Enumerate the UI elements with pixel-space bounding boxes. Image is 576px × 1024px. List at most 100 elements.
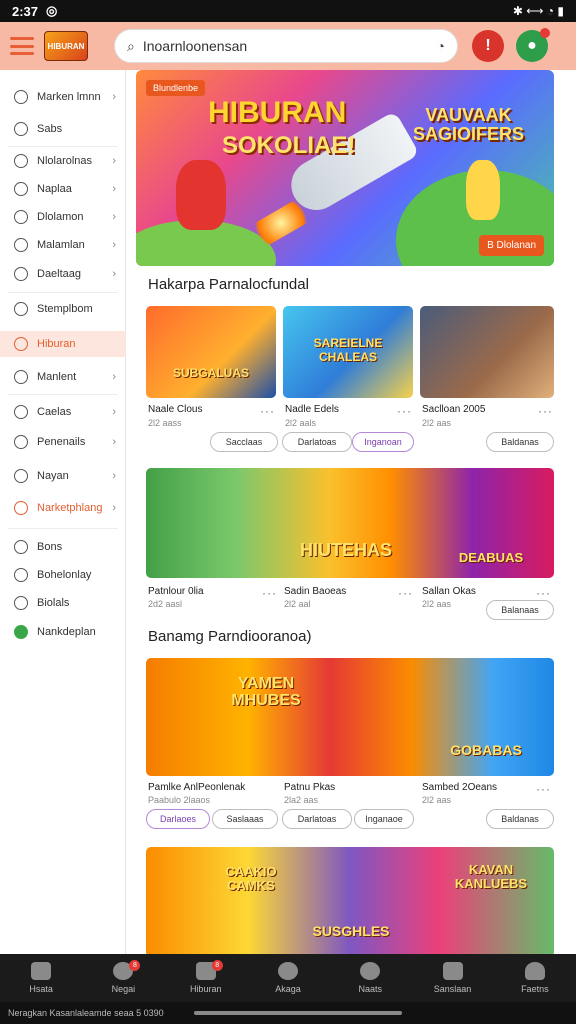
- more-options-icon[interactable]: ···: [262, 586, 277, 600]
- nav-profile[interactable]: Faetns: [494, 954, 576, 1002]
- sidebar-item[interactable]: Caelas ›: [0, 399, 126, 425]
- sidebar-item[interactable]: Biolals: [0, 590, 126, 616]
- nav-icon: [14, 625, 28, 639]
- chevron-right-icon: ›: [112, 183, 116, 195]
- card-subtitle: 2la2 aas: [284, 795, 319, 805]
- tag-chip[interactable]: Saslaaas: [212, 809, 278, 829]
- sidebar-item[interactable]: Nlolarolnas ›: [0, 148, 126, 174]
- search-icon: ⌕: [127, 37, 135, 54]
- hero-cta-button[interactable]: B Dlolanan: [479, 235, 544, 256]
- game-banner[interactable]: CAAKIO CAMKS SUSGHLES KAVAN KANLUEBS: [146, 847, 554, 954]
- chevron-right-icon: ›: [112, 436, 116, 448]
- tag-chip[interactable]: Darlaoes: [146, 809, 210, 829]
- tag-chip[interactable]: Darlatoas: [282, 432, 352, 452]
- sidebar-item[interactable]: Penenails ›: [0, 429, 126, 455]
- more-options-icon[interactable]: ···: [536, 586, 551, 600]
- card-thumbnail: SUBGALUAS: [146, 306, 276, 398]
- chevron-right-icon: ›: [112, 406, 116, 418]
- status-icons: ✱ ⟷ ◔ ▮: [512, 4, 564, 18]
- sidebar-item[interactable]: Bons: [0, 534, 126, 560]
- nav-icon: [14, 267, 28, 281]
- status-bar: 2:37 ◎ ✱ ⟷ ◔ ▮: [0, 0, 576, 22]
- nav-icon: [14, 182, 28, 196]
- card-subtitle: 2d2 aasl: [148, 599, 183, 609]
- sidebar-item[interactable]: Daeltaag ›: [0, 261, 126, 287]
- sidebar-item[interactable]: Nayan ›: [0, 463, 126, 489]
- alert-button[interactable]: !: [472, 30, 504, 62]
- tag-chip[interactable]: Baldanas: [486, 809, 554, 829]
- card-title: Pamlke AnlPeonlenak: [148, 782, 246, 793]
- nav-icon: [14, 596, 28, 610]
- app-logo[interactable]: HIBURAN: [44, 31, 88, 61]
- app-bar: HIBURAN ⌕ Inoarnloonensan ◔ ! ●: [0, 22, 576, 70]
- search-bar[interactable]: ⌕ Inoarnloonensan ◔: [114, 29, 458, 63]
- search-icon: [360, 962, 381, 980]
- hero-title: HIBURAN: [208, 96, 347, 129]
- sidebar-item[interactable]: Sabs: [0, 116, 126, 142]
- sidebar-item-marketplace[interactable]: Narketphlang ›: [0, 495, 126, 521]
- tag-chip[interactable]: Baldanas: [486, 432, 554, 452]
- card-title: Sambed 2Oeans: [422, 782, 498, 793]
- footer-bar: Neragkan Kasanlaleamde seaa 5 0390: [0, 1002, 576, 1024]
- chevron-right-icon: ›: [112, 470, 116, 482]
- sidebar-item[interactable]: Nankdeplan: [0, 619, 126, 645]
- notification-badge: 8: [129, 960, 141, 971]
- more-options-icon[interactable]: ···: [260, 404, 275, 418]
- nav-icon: [14, 405, 28, 419]
- tag-chip[interactable]: Inganoan: [352, 432, 414, 452]
- menu-icon[interactable]: [10, 37, 34, 55]
- chevron-right-icon: ›: [112, 502, 116, 514]
- sidebar-item[interactable]: Malamlan ›: [0, 232, 126, 258]
- chevron-right-icon: ›: [112, 239, 116, 251]
- sidebar-item[interactable]: Manlent ›: [0, 364, 126, 390]
- sidebar-item[interactable]: Naplaa ›: [0, 176, 126, 202]
- chevron-right-icon: ›: [112, 91, 116, 103]
- tag-chip[interactable]: Inganaoe: [354, 809, 414, 829]
- nav-explore[interactable]: Akaga: [247, 954, 329, 1002]
- more-options-icon[interactable]: ···: [398, 586, 413, 600]
- sidebar-item[interactable]: Marken lmnn ›: [0, 84, 126, 110]
- nav-hiburan[interactable]: 8 Hiburan: [165, 954, 247, 1002]
- grid-icon: [442, 962, 463, 980]
- chevron-right-icon: ›: [112, 211, 116, 223]
- search-input[interactable]: Inoarnloonensan: [143, 38, 429, 54]
- chevron-right-icon: ›: [112, 268, 116, 280]
- more-options-icon[interactable]: ···: [538, 404, 553, 418]
- card-subtitle: 2l2 aas: [422, 599, 452, 609]
- profile-avatar[interactable]: ●: [516, 28, 550, 62]
- game-card[interactable]: Saclloan 2005 2l2 aas ···: [420, 306, 554, 428]
- mic-icon[interactable]: ◔: [437, 38, 445, 54]
- nav-notifications[interactable]: 8 Negai: [82, 954, 164, 1002]
- game-card[interactable]: SUBGALUAS Naale Clous 2l2 aass ···: [146, 306, 276, 428]
- nav-icon: [14, 568, 28, 582]
- more-options-icon[interactable]: ···: [397, 404, 412, 418]
- nav-icon: [14, 435, 28, 449]
- game-banner[interactable]: YAMEN MHUBES GOBABAS: [146, 658, 554, 776]
- game-banner[interactable]: HIUTEHAS DEABUAS: [146, 468, 554, 578]
- nav-home[interactable]: Hsata: [0, 954, 82, 1002]
- chevron-right-icon: ›: [112, 155, 116, 167]
- nav-search[interactable]: Naats: [329, 954, 411, 1002]
- nav-icon: [14, 337, 28, 351]
- sidebar-item[interactable]: Dlolamon ›: [0, 204, 126, 230]
- character-figure: [466, 160, 500, 220]
- sidebar-item[interactable]: Bohelonlay: [0, 562, 126, 588]
- sidebar-item-hiburan[interactable]: Hiburan: [0, 331, 126, 357]
- more-options-icon[interactable]: ···: [536, 782, 551, 796]
- section-title: Hakarpa Parnalocfundal: [148, 276, 309, 293]
- nav-icon: [14, 302, 28, 316]
- game-card[interactable]: SAREIELNE CHALEAS Nadle Edels 2l2 aals ·…: [283, 306, 413, 428]
- tag-chip[interactable]: Balanaas: [486, 600, 554, 620]
- footer-text: Neragkan Kasanlaleamde seaa 5 0390: [8, 1008, 164, 1018]
- nav-icon: [14, 90, 28, 104]
- nav-icon: [14, 501, 28, 515]
- sidebar-item[interactable]: Stemplbom: [0, 296, 126, 322]
- tag-chip[interactable]: Darlatoas: [282, 809, 352, 829]
- hero-banner[interactable]: Blundlenbe HIBURAN SOKOLIAE! VAUVAAK SAG…: [136, 70, 554, 266]
- nav-icon: [14, 122, 28, 136]
- main-content: Blundlenbe HIBURAN SOKOLIAE! VAUVAAK SAG…: [126, 70, 576, 954]
- sidebar: Marken lmnn › Sabs Nlolarolnas › Naplaa › D…: [0, 70, 126, 954]
- nav-stats[interactable]: Sanslaan: [411, 954, 493, 1002]
- tag-chip[interactable]: Sacclaas: [210, 432, 278, 452]
- home-indicator[interactable]: [194, 1011, 402, 1015]
